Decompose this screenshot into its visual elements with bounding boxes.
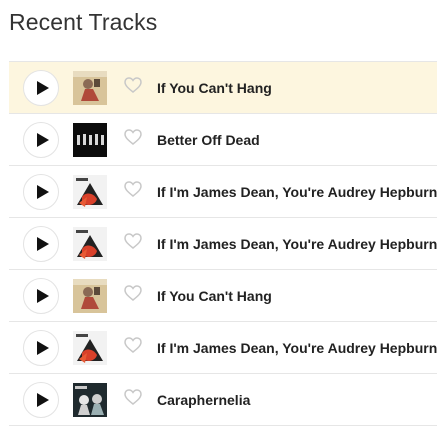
heart-outline-icon bbox=[124, 337, 142, 358]
play-button[interactable] bbox=[23, 329, 59, 366]
section-title: Recent Tracks bbox=[9, 9, 158, 35]
album-artwork[interactable] bbox=[73, 122, 107, 157]
heart-outline-icon bbox=[124, 181, 142, 202]
play-icon bbox=[34, 288, 49, 303]
play-button[interactable] bbox=[23, 277, 59, 314]
play-button[interactable] bbox=[23, 381, 59, 418]
play-button[interactable] bbox=[23, 225, 59, 262]
play-icon bbox=[34, 392, 49, 407]
love-track-button[interactable] bbox=[123, 233, 143, 254]
love-track-button[interactable] bbox=[123, 389, 143, 410]
play-button[interactable] bbox=[23, 173, 59, 210]
album-artwork[interactable] bbox=[73, 174, 107, 209]
track-row[interactable]: If I'm James Dean, You're Audrey Hepburn bbox=[9, 322, 437, 374]
heart-outline-icon bbox=[124, 129, 142, 150]
album-artwork[interactable] bbox=[73, 278, 107, 313]
play-icon bbox=[34, 184, 49, 199]
play-icon bbox=[34, 80, 49, 95]
album-artwork[interactable] bbox=[73, 330, 107, 365]
heart-outline-icon bbox=[124, 77, 142, 98]
track-row[interactable]: If I'm James Dean, You're Audrey Hepburn bbox=[9, 218, 437, 270]
track-name-link[interactable]: Better Off Dead bbox=[157, 132, 260, 148]
track-list: If You Can't Hang Better Off Dead If I'm J… bbox=[9, 61, 437, 426]
track-row[interactable]: If I'm James Dean, You're Audrey Hepburn bbox=[9, 166, 437, 218]
play-icon bbox=[34, 132, 49, 147]
bottom-edge bbox=[0, 433, 437, 437]
track-row[interactable]: If You Can't Hang bbox=[9, 61, 437, 114]
track-name-link[interactable]: If You Can't Hang bbox=[157, 80, 272, 96]
heart-outline-icon bbox=[124, 389, 142, 410]
play-button[interactable] bbox=[23, 69, 59, 106]
album-artwork[interactable] bbox=[73, 226, 107, 261]
track-row[interactable]: If You Can't Hang bbox=[9, 270, 437, 322]
love-track-button[interactable] bbox=[123, 285, 143, 306]
love-track-button[interactable] bbox=[123, 337, 143, 358]
track-row[interactable]: Better Off Dead bbox=[9, 114, 437, 166]
heart-outline-icon bbox=[124, 233, 142, 254]
track-name-link[interactable]: Caraphernelia bbox=[157, 392, 250, 408]
track-row[interactable]: Caraphernelia bbox=[9, 374, 437, 426]
love-track-button[interactable] bbox=[123, 129, 143, 150]
love-track-button[interactable] bbox=[123, 181, 143, 202]
play-icon bbox=[34, 236, 49, 251]
track-name-link[interactable]: If I'm James Dean, You're Audrey Hepburn bbox=[157, 236, 437, 252]
play-button[interactable] bbox=[23, 121, 59, 158]
album-artwork[interactable] bbox=[73, 382, 107, 417]
love-track-button[interactable] bbox=[123, 77, 143, 98]
track-name-link[interactable]: If I'm James Dean, You're Audrey Hepburn bbox=[157, 184, 437, 200]
track-name-link[interactable]: If I'm James Dean, You're Audrey Hepburn bbox=[157, 340, 437, 356]
track-name-link[interactable]: If You Can't Hang bbox=[157, 288, 272, 304]
heart-outline-icon bbox=[124, 285, 142, 306]
album-artwork[interactable] bbox=[73, 70, 107, 105]
play-icon bbox=[34, 340, 49, 355]
recent-tracks-panel: Recent Tracks If You Can't Hang Better Of… bbox=[0, 0, 437, 437]
